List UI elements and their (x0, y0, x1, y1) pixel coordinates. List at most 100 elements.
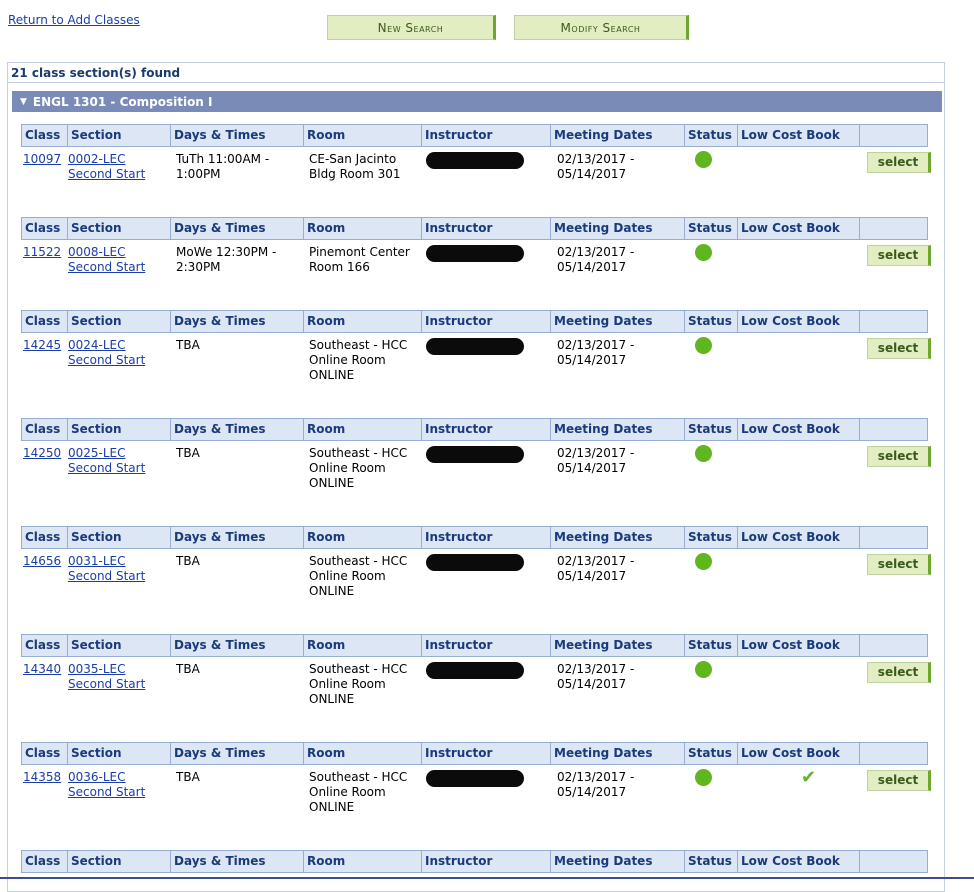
session-link[interactable]: Second Start (68, 353, 145, 367)
class-number-link[interactable]: 10097 (23, 152, 61, 166)
column-header-meeting-dates: Meeting Dates (551, 527, 685, 548)
column-header-room: Room (304, 527, 422, 548)
instructor-cell (426, 446, 556, 463)
column-header-room: Room (304, 743, 422, 764)
class-number-link[interactable]: 14250 (23, 446, 61, 460)
class-section-block: Class Section Days & Times Room Instructor Me… (21, 217, 931, 287)
modify-search-button[interactable]: Modify Search (514, 15, 689, 40)
column-header-class: Class (22, 218, 68, 239)
class-number-link[interactable]: 14245 (23, 338, 61, 352)
column-header-class: Class (22, 125, 68, 146)
column-header-action (860, 125, 929, 146)
section-link[interactable]: 0035-LEC (68, 662, 126, 676)
column-header-action (860, 743, 929, 764)
column-header-row: Class Section Days & Times Room Instructor Me… (21, 418, 928, 441)
collapse-triangle-icon[interactable]: ▼ (20, 97, 27, 107)
class-number-link[interactable]: 11522 (23, 245, 61, 259)
status-cell (695, 445, 723, 462)
column-header-room: Room (304, 419, 422, 440)
column-header-status: Status (685, 125, 738, 146)
room-cell: Pinemont Center Room 166 (309, 245, 410, 274)
session-link[interactable]: Second Start (68, 569, 145, 583)
column-header-row: Class Section Days & Times Room Instructor Me… (21, 124, 928, 147)
column-header-low-cost-book: Low Cost Book (738, 635, 860, 656)
column-header-status: Status (685, 851, 738, 872)
class-section-block: Class Section Days & Times Room Instructor Me… (21, 526, 931, 598)
session-link[interactable]: Second Start (68, 461, 145, 475)
session-link[interactable]: Second Start (68, 677, 145, 691)
select-button[interactable]: select (867, 554, 931, 575)
session-link[interactable]: Second Start (68, 260, 145, 274)
column-header-section: Section (68, 218, 171, 239)
class-number-link[interactable]: 14340 (23, 662, 61, 676)
course-group-header[interactable]: ▼ ENGL 1301 - Composition I (12, 91, 942, 112)
column-header-room: Room (304, 851, 422, 872)
select-button[interactable]: select (867, 245, 931, 266)
redacted-instructor-name (426, 338, 524, 355)
column-header-class: Class (22, 419, 68, 440)
class-number-link[interactable]: 14358 (23, 770, 61, 784)
column-header-instructor: Instructor (422, 635, 551, 656)
column-header-section: Section (68, 743, 171, 764)
select-cell: select (867, 446, 931, 467)
section-link[interactable]: 0031-LEC (68, 554, 126, 568)
column-header-days-times: Days & Times (171, 311, 304, 332)
table-row: 14340 0035-LEC Second Start TBA Southeast - … (21, 661, 931, 712)
column-header-action (860, 218, 929, 239)
select-button[interactable]: select (867, 152, 931, 173)
meeting-dates-cell: 02/13/2017 - 05/14/2017 (557, 338, 635, 367)
column-header-room: Room (304, 311, 422, 332)
course-title: ENGL 1301 - Composition I (32, 94, 213, 109)
class-number-cell: 14250 (23, 446, 67, 461)
column-header-low-cost-book: Low Cost Book (738, 851, 860, 872)
column-header-days-times: Days & Times (171, 125, 304, 146)
days-times-cell: TBA (176, 770, 200, 784)
new-search-button[interactable]: New Search (327, 15, 496, 40)
select-cell: select (867, 770, 931, 791)
select-button[interactable]: select (867, 338, 931, 359)
column-header-instructor: Instructor (422, 743, 551, 764)
column-header-status: Status (685, 635, 738, 656)
select-button[interactable]: select (867, 770, 931, 791)
meeting-dates-cell: 02/13/2017 - 05/14/2017 (557, 152, 635, 181)
column-header-class: Class (22, 311, 68, 332)
session-link[interactable]: Second Start (68, 167, 145, 181)
redacted-instructor-name (426, 554, 524, 571)
column-header-room: Room (304, 218, 422, 239)
status-cell (695, 769, 723, 786)
section-link[interactable]: 0036-LEC (68, 770, 126, 784)
section-link[interactable]: 0008-LEC (68, 245, 126, 259)
class-number-cell: 11522 (23, 245, 67, 260)
redacted-instructor-name (426, 152, 524, 169)
section-cell: 0031-LEC Second Start (68, 554, 168, 584)
section-link[interactable]: 0002-LEC (68, 152, 126, 166)
select-cell: select (867, 662, 931, 683)
meeting-dates-cell: 02/13/2017 - 05/14/2017 (557, 662, 635, 691)
days-times-cell: TBA (176, 446, 200, 460)
redacted-instructor-name (426, 662, 524, 679)
status-open-icon (695, 445, 712, 462)
column-header-section: Section (68, 311, 171, 332)
column-header-status: Status (685, 311, 738, 332)
select-button[interactable]: select (867, 662, 931, 683)
select-button[interactable]: select (867, 446, 931, 467)
column-header-section: Section (68, 527, 171, 548)
days-times-cell: TBA (176, 338, 200, 352)
instructor-cell (426, 338, 556, 355)
session-link[interactable]: Second Start (68, 785, 145, 799)
class-number-link[interactable]: 14656 (23, 554, 61, 568)
table-row: 14656 0031-LEC Second Start TBA Southeast - … (21, 553, 931, 604)
section-link[interactable]: 0025-LEC (68, 446, 126, 460)
days-times-cell: TBA (176, 554, 200, 568)
return-to-add-classes-link[interactable]: Return to Add Classes (8, 13, 140, 27)
section-cell: 0008-LEC Second Start (68, 245, 168, 275)
column-header-low-cost-book: Low Cost Book (738, 125, 860, 146)
section-cell: 0025-LEC Second Start (68, 446, 168, 476)
instructor-cell (426, 770, 556, 787)
column-header-status: Status (685, 743, 738, 764)
days-times-cell: TuTh 11:00AM - 1:00PM (176, 152, 270, 181)
instructor-cell (426, 662, 556, 679)
section-link[interactable]: 0024-LEC (68, 338, 126, 352)
column-header-section: Section (68, 851, 171, 872)
room-cell: Southeast - HCC Online Room ONLINE (309, 554, 408, 598)
